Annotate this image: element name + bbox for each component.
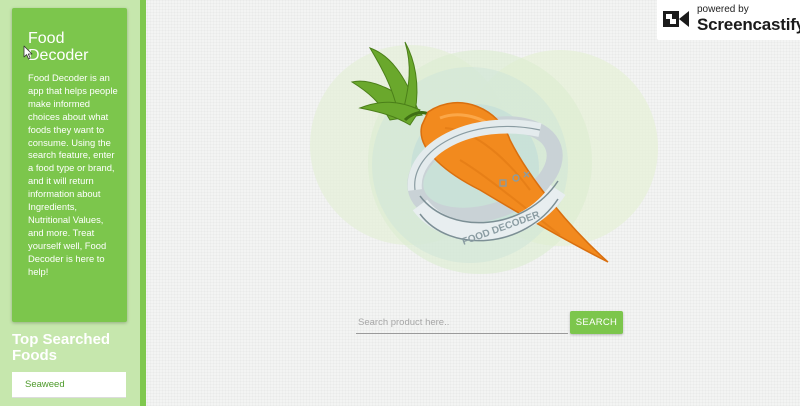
top-searched-list: Seaweed (12, 372, 126, 398)
about-title: Food Decoder (28, 30, 89, 64)
search-button[interactable]: SEARCH (570, 311, 623, 334)
screencastify-brand: Screencastify (697, 15, 800, 34)
screencastify-watermark: powered by Screencastify (657, 0, 800, 40)
sidebar-divider (140, 0, 146, 406)
search-input[interactable] (356, 312, 568, 334)
mouse-cursor-icon (23, 45, 33, 60)
top-searched-title: Top Searched Foods (12, 331, 111, 364)
carrot-ring-logo-icon: FOOD DECODER (310, 41, 658, 274)
powered-by-label: powered by (697, 4, 749, 15)
about-description: Food Decoder is an app that helps people… (28, 72, 118, 277)
screencastify-logo-icon (663, 11, 689, 27)
top-searched-item[interactable]: Seaweed (12, 372, 126, 398)
